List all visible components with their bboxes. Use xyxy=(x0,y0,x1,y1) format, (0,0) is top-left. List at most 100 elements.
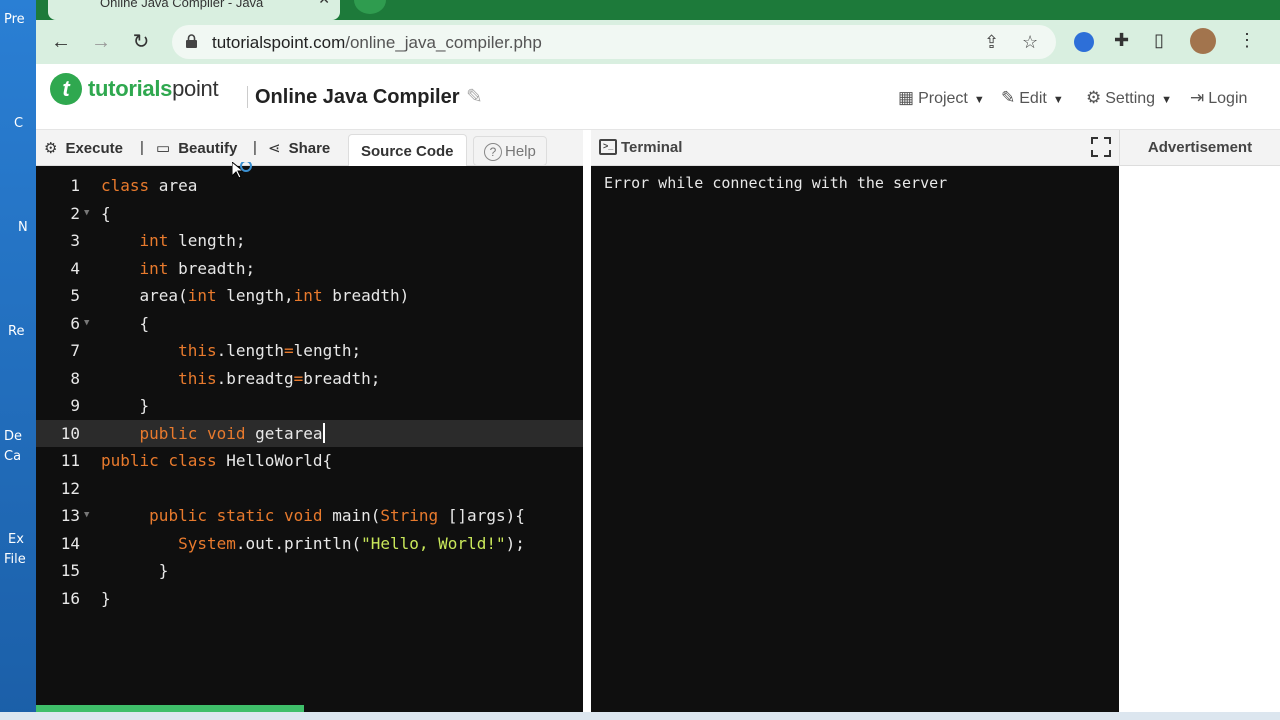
fullscreen-icon[interactable] xyxy=(1091,137,1111,157)
fold-arrow-icon[interactable]: ▼ xyxy=(84,310,89,337)
bookmark-star-icon[interactable]: ☆ xyxy=(1022,32,1038,53)
caret-down-icon: ▼ xyxy=(973,94,985,106)
code-line[interactable]: 1 class area xyxy=(36,172,583,199)
code-line[interactable]: 16} xyxy=(36,585,583,612)
line-number: 8 xyxy=(70,369,80,388)
login-icon: ⇥ xyxy=(1190,88,1205,107)
line-number: 6 xyxy=(70,314,80,333)
edit-title-icon[interactable]: ✎ xyxy=(466,84,483,109)
code-line[interactable]: 8 this.breadtg=breadth; xyxy=(36,365,583,392)
terminal-output[interactable]: Error while connecting with the server xyxy=(591,166,1119,712)
more-menu-icon[interactable]: ⋮ xyxy=(1238,30,1256,51)
line-number: 14 xyxy=(60,534,80,553)
desktop-icon-label[interactable]: De xyxy=(4,429,22,444)
line-number: 1 xyxy=(70,176,80,195)
code-line[interactable]: 11 public class HelloWorld{ xyxy=(36,447,583,474)
execute-button[interactable]: ⚙ Execute xyxy=(44,139,123,157)
monitor-icon: ▭ xyxy=(156,140,171,157)
fold-arrow-icon[interactable]: ▼ xyxy=(84,502,89,529)
browser-window: Online Java Compiler - Java ✕ ← → ↻ tuto… xyxy=(36,0,1280,712)
desktop-background: Pre C N Re De Ca Ex File xyxy=(0,0,36,720)
divider xyxy=(247,86,248,108)
logo-icon[interactable]: t xyxy=(50,73,82,105)
lock-icon xyxy=(186,34,197,48)
address-bar[interactable]: tutorialspoint.com/online_java_compiler.… xyxy=(172,25,1056,59)
code-line[interactable]: 7 this.length=length; xyxy=(36,337,583,364)
back-icon[interactable]: ← xyxy=(48,29,74,55)
code-line[interactable]: 2 ▼{ xyxy=(36,200,583,227)
puzzle-icon[interactable]: ✚ xyxy=(1114,30,1129,51)
advertisement-panel xyxy=(1119,166,1280,712)
page-title: Online Java Compiler xyxy=(255,86,460,108)
terminal-label: Terminal xyxy=(621,139,683,156)
line-number: 13 xyxy=(60,506,80,525)
desktop-icon-label[interactable]: N xyxy=(18,220,28,235)
share-icon: ⋖ xyxy=(268,140,281,157)
tab-strip: Online Java Compiler - Java ✕ xyxy=(36,0,1280,20)
code-line[interactable]: 5 area(int length,int breadth) xyxy=(36,282,583,309)
url-text: tutorialspoint.com/online_java_compiler.… xyxy=(212,33,542,52)
desktop-icon-label[interactable]: Ca xyxy=(4,449,21,464)
grid-icon: ▦ xyxy=(898,88,915,107)
code-line[interactable]: 15 } xyxy=(36,557,583,584)
sidepanel-icon[interactable]: ▯ xyxy=(1154,30,1164,51)
fold-arrow-icon[interactable]: ▼ xyxy=(84,200,89,227)
avatar[interactable] xyxy=(1190,28,1216,54)
new-tab-button[interactable] xyxy=(354,0,386,14)
menu-edit[interactable]: ✎ Edit ▼ xyxy=(1001,88,1064,108)
desktop-icon-label[interactable]: Ex xyxy=(8,532,24,547)
extension-icon[interactable] xyxy=(1074,32,1094,52)
line-number: 4 xyxy=(70,259,80,278)
code-line-active[interactable]: 10 public void getarea xyxy=(36,420,583,447)
code-line[interactable]: 6 ▼ { xyxy=(36,310,583,337)
menu-login[interactable]: ⇥ Login xyxy=(1190,88,1247,108)
close-icon[interactable]: ✕ xyxy=(318,0,330,6)
panel-splitter[interactable] xyxy=(583,130,591,712)
menu-project[interactable]: ▦ Project ▼ xyxy=(898,88,985,108)
execute-icon: ⚙ xyxy=(44,140,58,157)
text-cursor xyxy=(322,423,325,443)
terminal-text: Error while connecting with the server xyxy=(604,174,948,192)
line-number: 16 xyxy=(60,589,80,608)
forward-icon[interactable]: → xyxy=(88,29,114,55)
caret-down-icon: ▼ xyxy=(1052,94,1064,106)
separator: | xyxy=(140,139,144,156)
code-line[interactable]: 12 xyxy=(36,475,583,502)
tab-title: Online Java Compiler - Java xyxy=(100,0,264,10)
code-line[interactable]: 14 System.out.println("Hello, World!"); xyxy=(36,530,583,557)
line-number: 11 xyxy=(60,451,80,470)
advertisement-header: Advertisement xyxy=(1119,130,1280,166)
site-header: t tutorialspoint Online Java Compiler ✎ … xyxy=(36,64,1280,130)
browser-toolbar: ← → ↻ tutorialspoint.com/online_java_com… xyxy=(36,20,1280,64)
help-icon: ? xyxy=(484,143,502,161)
line-number: 9 xyxy=(70,396,80,415)
separator: | xyxy=(253,139,257,156)
code-line[interactable]: 3 int length; xyxy=(36,227,583,254)
tab-source-code[interactable]: Source Code xyxy=(348,134,467,166)
code-editor[interactable]: 1 class area 2 ▼{ 3 int length; 4 int brea… xyxy=(36,166,583,712)
mouse-cursor-icon xyxy=(232,162,252,179)
line-number: 2 xyxy=(70,204,80,223)
code-line[interactable]: 4 int breadth; xyxy=(36,255,583,282)
line-number: 5 xyxy=(70,286,80,305)
share-page-icon[interactable]: ⇪ xyxy=(984,32,999,53)
beautify-button[interactable]: ▭ Beautify xyxy=(156,139,237,157)
menu-setting[interactable]: ⚙ Setting ▼ xyxy=(1086,88,1172,108)
browser-tab[interactable]: Online Java Compiler - Java ✕ xyxy=(48,0,340,20)
desktop-icon-label[interactable]: Re xyxy=(8,324,24,339)
code-line[interactable]: 13 ▼ public static void main(String []arg… xyxy=(36,502,583,529)
desktop-icon-label[interactable]: C xyxy=(14,116,23,131)
os-taskbar xyxy=(0,712,1280,720)
line-number: 10 xyxy=(60,424,80,443)
line-number: 15 xyxy=(60,561,80,580)
desktop-icon-label[interactable]: Pre xyxy=(4,12,25,27)
terminal-icon: >_ xyxy=(599,139,617,155)
code-line[interactable]: 9 } xyxy=(36,392,583,419)
help-button[interactable]: ? Help xyxy=(473,136,547,166)
line-number: 7 xyxy=(70,341,80,360)
reload-icon[interactable]: ↻ xyxy=(128,29,154,55)
site-logo[interactable]: tutorialspoint xyxy=(88,76,219,102)
gear-icon: ⚙ xyxy=(1086,88,1102,107)
share-button[interactable]: ⋖ Share xyxy=(268,139,330,157)
desktop-icon-label[interactable]: File xyxy=(4,552,26,567)
